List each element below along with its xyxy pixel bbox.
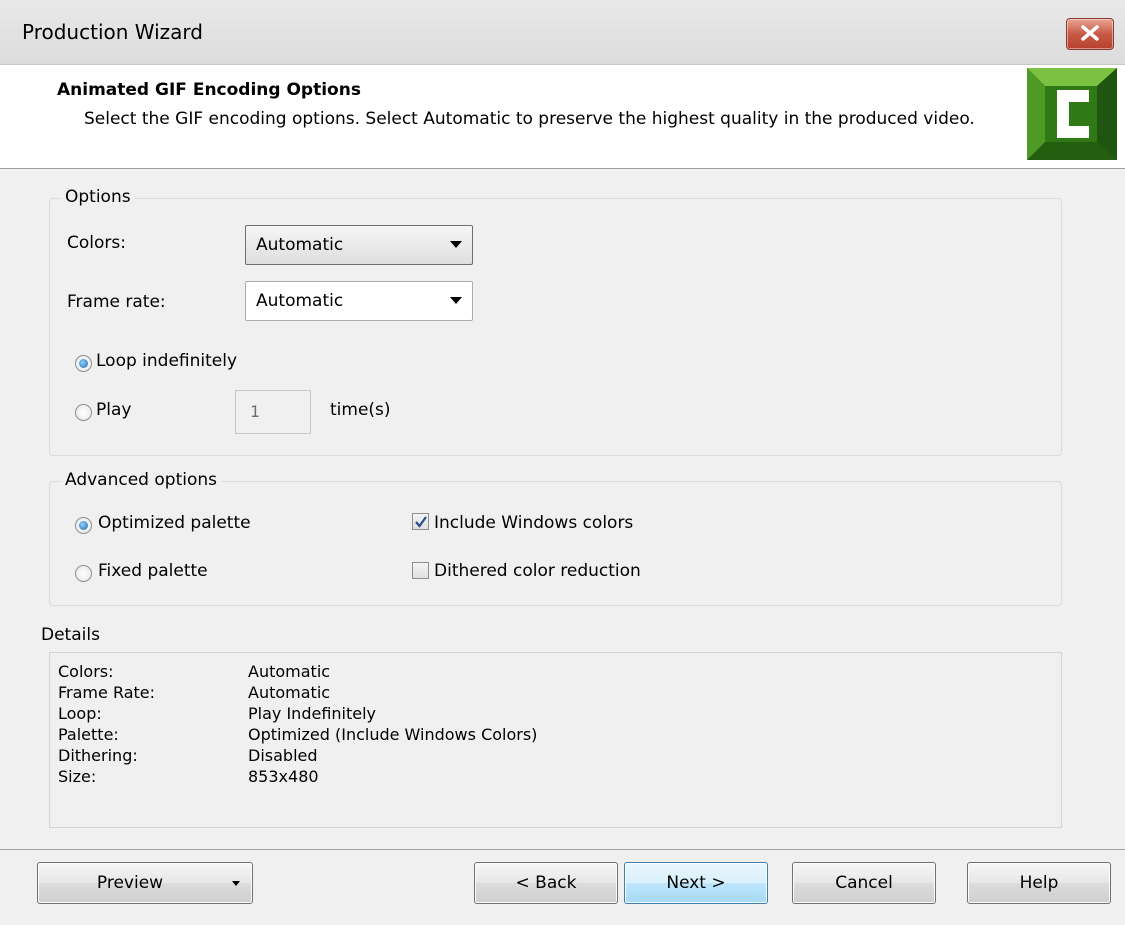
play-radio[interactable] [75,404,92,421]
play-count-value: 1 [250,402,260,421]
close-icon [1081,25,1099,41]
advanced-options-group [49,481,1062,606]
cancel-button[interactable]: Cancel [792,862,936,904]
options-group-label: Options [61,187,135,207]
details-value: Disabled [248,746,318,765]
loop-indefinitely-label[interactable]: Loop indefinitely [96,351,237,371]
loop-indefinitely-radio[interactable] [75,355,92,372]
chevron-down-icon [450,241,462,248]
preview-button[interactable]: Preview [37,862,253,904]
cancel-button-label: Cancel [835,873,893,893]
window-title: Production Wizard [22,20,203,44]
colors-label: Colors: [67,233,126,253]
checkmark-icon [415,516,427,528]
camtasia-logo-icon [1027,68,1117,160]
footer-separator [0,849,1125,850]
next-button-label: Next > [666,873,726,893]
details-value: Automatic [248,662,331,681]
frame-rate-label: Frame rate: [67,292,166,312]
details-key: Palette: [58,725,119,744]
back-button-label: < Back [515,873,577,893]
chevron-down-icon [450,297,462,304]
dithered-color-reduction-label[interactable]: Dithered color reduction [434,561,641,581]
colors-dropdown[interactable]: Automatic [245,225,473,265]
details-value: Automatic [248,683,331,702]
optimized-palette-label[interactable]: Optimized palette [98,513,251,533]
next-button[interactable]: Next > [624,862,768,904]
dithered-color-reduction-checkbox[interactable] [412,562,429,579]
details-key: Colors: [58,662,114,681]
page-description: Select the GIF encoding options. Select … [84,109,975,129]
frame-rate-value: Automatic [256,291,344,311]
details-value: Play Indefinitely [248,704,377,723]
fixed-palette-radio[interactable] [75,565,92,582]
advanced-options-label: Advanced options [61,470,221,490]
colors-value: Automatic [256,235,344,255]
details-value: Optimized (Include Windows Colors) [248,725,538,744]
play-count-input[interactable]: 1 [235,390,311,434]
include-windows-colors-label[interactable]: Include Windows colors [434,513,633,533]
details-key: Frame Rate: [58,683,156,702]
chevron-down-icon [232,881,240,886]
page-title: Animated GIF Encoding Options [57,80,361,100]
close-button[interactable] [1066,18,1114,50]
fixed-palette-label[interactable]: Fixed palette [98,561,208,581]
frame-rate-dropdown[interactable]: Automatic [245,281,473,321]
back-button[interactable]: < Back [474,862,618,904]
details-panel: Colors: Automatic Frame Rate: Automatic … [49,652,1062,828]
help-button[interactable]: Help [967,862,1111,904]
options-group [49,198,1062,456]
preview-button-label: Preview [96,873,164,893]
play-label[interactable]: Play [96,400,131,420]
details-key: Size: [58,767,97,786]
title-bar: Production Wizard [0,0,1125,65]
help-button-label: Help [1019,873,1059,893]
details-key: Dithering: [58,746,138,765]
details-label: Details [41,625,100,645]
production-wizard-window: Production Wizard Animated GIF Encoding … [0,0,1125,925]
include-windows-colors-checkbox[interactable] [412,513,429,530]
details-key: Loop: [58,704,102,723]
details-value: 853x480 [248,767,319,786]
times-label: time(s) [330,400,391,420]
optimized-palette-radio[interactable] [75,517,92,534]
